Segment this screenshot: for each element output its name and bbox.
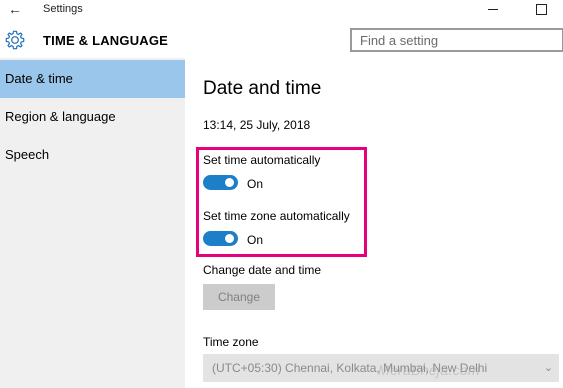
set-zone-auto-toggle[interactable] bbox=[203, 231, 238, 246]
back-arrow-icon[interactable]: ← bbox=[6, 1, 24, 17]
page-title: Date and time bbox=[203, 78, 322, 99]
sidebar-item-date-time[interactable]: Date & time bbox=[0, 60, 185, 98]
sidebar-item-speech[interactable]: Speech bbox=[0, 136, 185, 174]
header: TIME & LANGUAGE bbox=[0, 20, 563, 60]
minimize-icon[interactable] bbox=[483, 1, 503, 17]
search-box[interactable] bbox=[350, 28, 563, 52]
watermark: MeraBheja.com bbox=[378, 362, 480, 378]
window-title: Settings bbox=[43, 3, 83, 15]
timezone-label: Time zone bbox=[203, 335, 259, 349]
change-date-time-label: Change date and time bbox=[203, 263, 322, 277]
title-bar: ← Settings bbox=[0, 0, 563, 20]
change-button[interactable]: Change bbox=[203, 284, 275, 310]
sidebar-item-region-language[interactable]: Region & language bbox=[0, 98, 185, 136]
search-input[interactable] bbox=[352, 30, 562, 50]
set-zone-auto-state: On bbox=[247, 233, 264, 247]
section-title: TIME & LANGUAGE bbox=[43, 33, 169, 48]
set-time-auto-toggle[interactable] bbox=[203, 175, 238, 190]
set-zone-auto-label: Set time zone automatically bbox=[203, 209, 350, 223]
toggle-knob bbox=[225, 234, 234, 243]
current-datetime: 13:14, 25 July, 2018 bbox=[203, 118, 311, 132]
toggle-knob bbox=[225, 178, 234, 187]
set-time-auto-label: Set time automatically bbox=[203, 153, 321, 167]
gear-icon bbox=[5, 30, 25, 50]
maximize-icon[interactable] bbox=[531, 1, 551, 17]
sidebar: Date & time Region & language Speech bbox=[0, 58, 185, 388]
chevron-down-icon: ⌄ bbox=[543, 362, 553, 374]
set-time-auto-state: On bbox=[247, 177, 264, 191]
main-content: Date and time 13:14, 25 July, 2018 Set t… bbox=[185, 58, 563, 388]
